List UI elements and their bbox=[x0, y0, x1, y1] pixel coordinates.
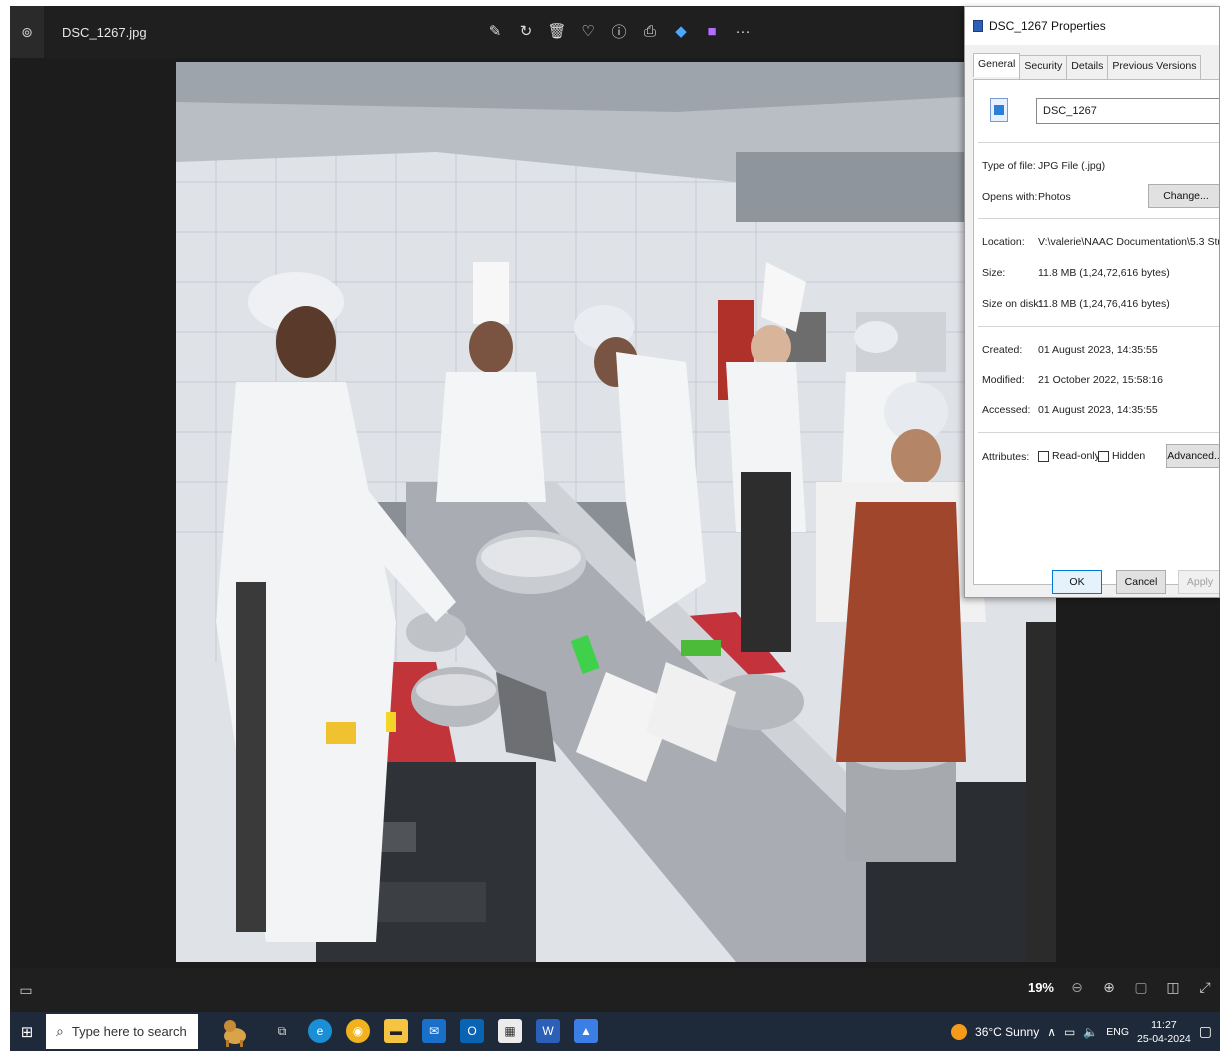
accessed-value: 01 August 2023, 14:35:55 bbox=[1038, 404, 1158, 416]
location-label: Location: bbox=[982, 236, 1025, 248]
change-button[interactable]: Change... bbox=[1148, 184, 1219, 208]
search-placeholder: Type here to search bbox=[71, 1024, 187, 1039]
ok-button[interactable]: OK bbox=[1052, 570, 1102, 594]
tab-previous-versions[interactable]: Previous Versions bbox=[1107, 55, 1202, 79]
clock-time: 11:27 bbox=[1151, 1018, 1177, 1031]
weather-sun-icon[interactable] bbox=[951, 1023, 968, 1040]
properties-dialog: DSC_1267 Properties General Security Det… bbox=[964, 6, 1220, 598]
actual-size-icon[interactable]: ◫ bbox=[1164, 978, 1182, 996]
advanced-button[interactable]: Advanced... bbox=[1166, 444, 1219, 468]
search-icon: ⌕ bbox=[56, 1023, 64, 1039]
hidden-checkbox-box[interactable] bbox=[1098, 450, 1109, 462]
favorite-icon[interactable]: ♡ bbox=[577, 20, 599, 42]
divider bbox=[978, 326, 1219, 327]
read-only-checkbox-box[interactable] bbox=[1038, 450, 1049, 462]
tab-details[interactable]: Details bbox=[1066, 55, 1109, 79]
location-value: V:\valerie\NAAC Documentation\5.3 Studen… bbox=[1038, 236, 1219, 248]
file-name-title: DSC_1267.jpg bbox=[62, 25, 147, 40]
dialog-title: DSC_1267 Properties bbox=[989, 19, 1106, 33]
zoom-controls: 19% ⊖ ⊕ ▢ ◫ ⤢ bbox=[1028, 978, 1214, 996]
opens-with-value: Photos bbox=[1038, 191, 1071, 203]
photo-viewer-image[interactable] bbox=[176, 62, 1056, 962]
filmstrip-icon[interactable]: ▭ bbox=[16, 980, 36, 1000]
created-value: 01 August 2023, 14:35:55 bbox=[1038, 344, 1158, 356]
mail-icon[interactable]: ✉ bbox=[422, 1019, 446, 1043]
image-file-icon bbox=[990, 98, 1008, 122]
divider bbox=[978, 218, 1219, 219]
edit-icon[interactable]: ✎ bbox=[484, 20, 506, 42]
file-name-field[interactable]: DSC_1267 bbox=[1036, 98, 1219, 124]
search-highlight-dog-icon[interactable] bbox=[218, 1016, 252, 1047]
windows-taskbar: ⊞ ⌕ Type here to search ⧉ e ◉ ▬ ✉ O ▦ W … bbox=[10, 1012, 1220, 1051]
hidden-label: Hidden bbox=[1112, 450, 1146, 462]
zoom-in-icon[interactable]: ⊕ bbox=[1100, 978, 1118, 996]
size-value: 11.8 MB (1,24,72,616 bytes) bbox=[1038, 267, 1170, 279]
type-of-file-value: JPG File (.jpg) bbox=[1038, 160, 1106, 172]
attributes-label: Attributes: bbox=[982, 451, 1030, 463]
zoom-level-text: 19% bbox=[1027, 979, 1054, 995]
zoom-out-icon[interactable]: ⊖ bbox=[1068, 978, 1086, 996]
read-only-label: Read-only bbox=[1052, 450, 1100, 462]
cancel-button[interactable]: Cancel bbox=[1116, 570, 1166, 594]
rotate-icon[interactable]: ↻ bbox=[515, 20, 537, 42]
weather-text[interactable]: 36°C Sunny bbox=[975, 1025, 1039, 1039]
apply-button[interactable]: Apply bbox=[1178, 570, 1219, 594]
type-of-file-label: Type of file: bbox=[982, 160, 1036, 172]
photo-toolbar: ✎ ↻ 🗑 ♡ ⓘ ⎙ ◆ ■ ··· bbox=[484, 20, 754, 42]
clock-date: 25-04-2024 bbox=[1137, 1032, 1191, 1045]
opens-with-label: Opens with: bbox=[982, 191, 1038, 203]
task-view-icon[interactable]: ⧉ bbox=[270, 1019, 294, 1043]
word-icon[interactable]: W bbox=[536, 1019, 560, 1043]
edit-with-app-icon[interactable]: ◆ bbox=[670, 20, 692, 42]
fit-to-window-icon[interactable]: ▢ bbox=[1132, 978, 1150, 996]
more-options-icon[interactable]: ··· bbox=[732, 20, 754, 42]
print-icon[interactable]: ⎙ bbox=[639, 20, 661, 42]
properties-file-icon bbox=[973, 20, 983, 32]
accessed-label: Accessed: bbox=[982, 404, 1031, 416]
clipchamp-icon[interactable]: ■ bbox=[701, 20, 723, 42]
divider bbox=[978, 432, 1219, 433]
created-label: Created: bbox=[982, 344, 1023, 356]
file-explorer-icon[interactable]: ▬ bbox=[384, 1019, 408, 1043]
dialog-tabs: General Security Details Previous Versio… bbox=[973, 53, 1202, 79]
size-label: Size: bbox=[982, 267, 1006, 279]
chrome-browser-icon[interactable]: ◉ bbox=[346, 1019, 370, 1043]
start-windows-icon[interactable]: ⊞ bbox=[10, 1012, 44, 1051]
size-on-disk-label: Size on disk: bbox=[982, 298, 1042, 310]
size-on-disk-value: 11.8 MB (1,24,76,416 bytes) bbox=[1038, 298, 1170, 310]
notifications-icon[interactable]: ▢ bbox=[1199, 1023, 1212, 1040]
photos-app-icon[interactable]: ⊚ bbox=[10, 6, 44, 58]
taskbar-search-box[interactable]: ⌕ Type here to search bbox=[46, 1014, 198, 1049]
dialog-titlebar: DSC_1267 Properties bbox=[965, 7, 1219, 45]
full-screen-icon[interactable]: ⤢ bbox=[1196, 978, 1214, 996]
hidden-checkbox[interactable]: Hidden bbox=[1098, 450, 1145, 462]
tab-security[interactable]: Security bbox=[1019, 55, 1068, 79]
show-hidden-icons-icon[interactable]: ∧ bbox=[1047, 1025, 1056, 1039]
modified-value: 21 October 2022, 15:58:16 bbox=[1038, 374, 1163, 386]
outlook-icon[interactable]: O bbox=[460, 1019, 484, 1043]
photo-status-bar: ▭ 19% ⊖ ⊕ ▢ ◫ ⤢ bbox=[10, 968, 1220, 1012]
delete-icon[interactable]: 🗑 bbox=[546, 20, 568, 42]
divider bbox=[978, 142, 1219, 143]
network-icon[interactable]: ▭ bbox=[1064, 1025, 1075, 1039]
photos-taskbar-icon[interactable]: ▲ bbox=[574, 1019, 598, 1043]
info-icon[interactable]: ⓘ bbox=[608, 20, 630, 42]
general-tab-panel: DSC_1267 Type of file: JPG File (.jpg) O… bbox=[973, 79, 1219, 594]
language-indicator[interactable]: ENG bbox=[1106, 1026, 1129, 1038]
modified-label: Modified: bbox=[982, 374, 1025, 386]
system-tray: 36°C Sunny ∧ ▭ 🔈 ENG 11:27 25-04-2024 ▢ bbox=[951, 1012, 1212, 1051]
edge-browser-icon[interactable]: e bbox=[308, 1019, 332, 1043]
store-icon[interactable]: ▦ bbox=[498, 1019, 522, 1043]
volume-icon[interactable]: 🔈 bbox=[1083, 1025, 1098, 1039]
tab-general[interactable]: General bbox=[973, 53, 1021, 77]
read-only-checkbox[interactable]: Read-only bbox=[1038, 450, 1100, 462]
taskbar-pinned-apps: ⧉ e ◉ ▬ ✉ O ▦ W ▲ bbox=[270, 1019, 598, 1043]
taskbar-clock[interactable]: 11:27 25-04-2024 bbox=[1137, 1018, 1191, 1046]
